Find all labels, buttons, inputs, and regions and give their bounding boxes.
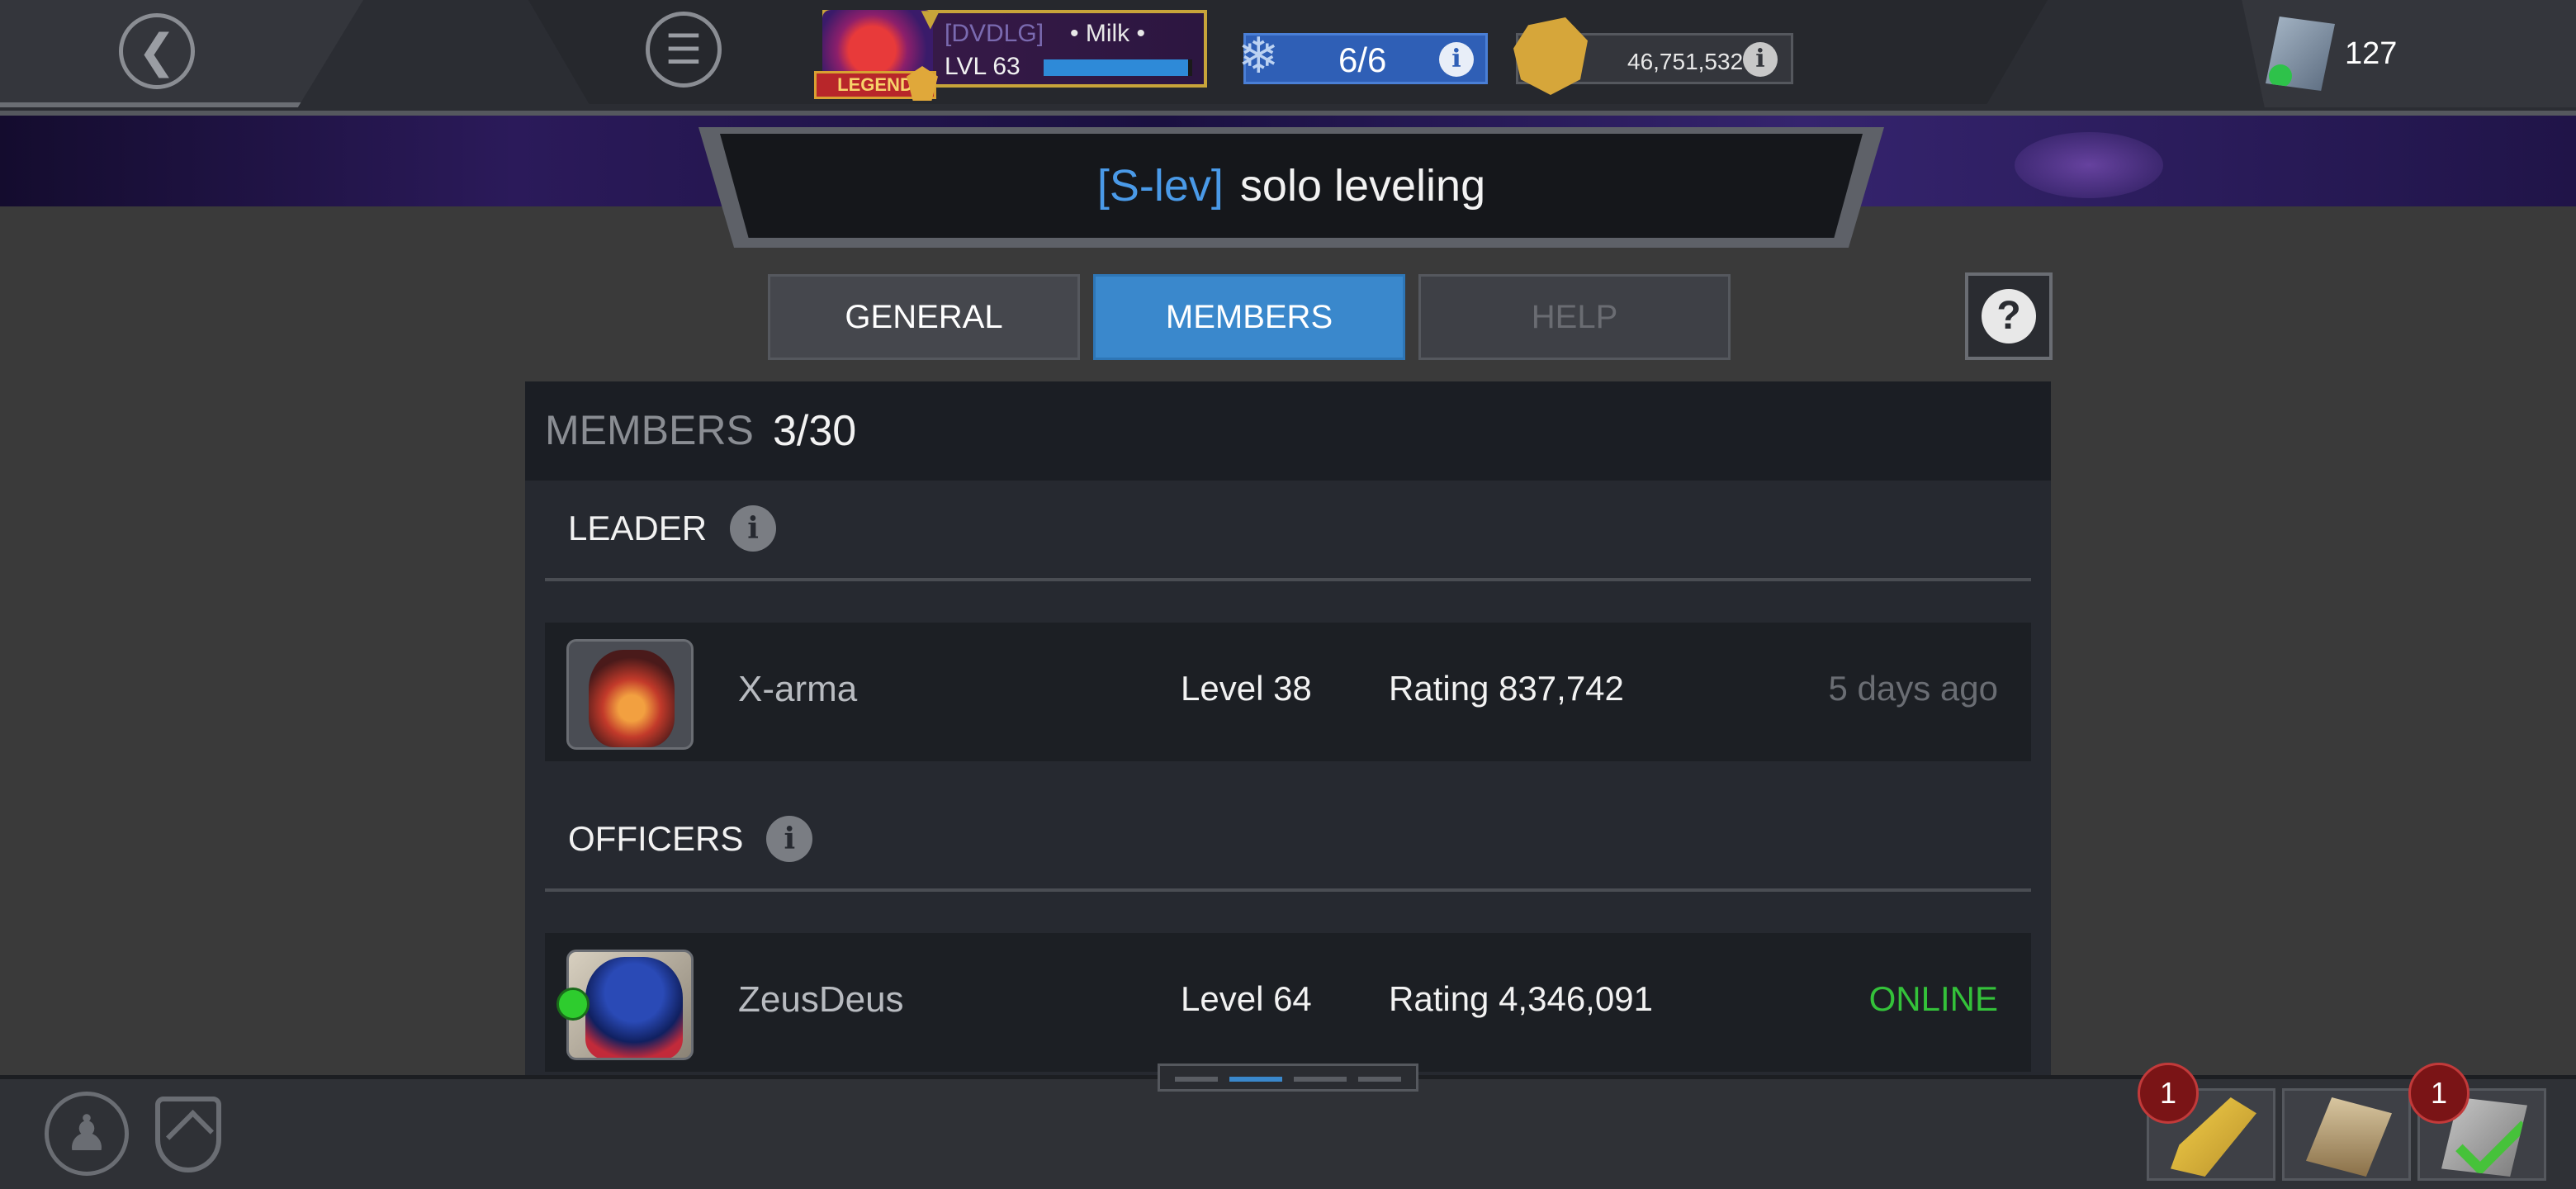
energy-value: 6/6 xyxy=(1338,40,1387,79)
alliance-members-button[interactable]: ♟ xyxy=(45,1092,129,1176)
member-row-officer[interactable]: ZeusDeus Level 64 Rating 4,346,091 ONLIN… xyxy=(545,933,2031,1072)
page-dot xyxy=(1358,1077,1401,1082)
notification-badge: 1 xyxy=(2138,1063,2199,1124)
menu-button[interactable]: ☰ xyxy=(646,12,722,88)
gold-info-icon[interactable]: i xyxy=(1743,42,1778,77)
members-header: MEMBERS 3/30 xyxy=(525,381,2051,481)
member-rating: Rating 837,742 xyxy=(1389,669,1624,708)
objectives-button[interactable] xyxy=(2282,1088,2411,1181)
tab-help[interactable]: HELP xyxy=(1418,274,1731,360)
member-name[interactable]: ZeusDeus xyxy=(738,979,904,1021)
xp-bar-fill xyxy=(1044,59,1188,76)
officers-section-title: OFFICERS i xyxy=(568,816,813,862)
alliance-title: [S-lev] solo leveling xyxy=(720,134,1863,238)
page-dot xyxy=(1294,1077,1347,1082)
member-row-leader[interactable]: X-arma Level 38 Rating 837,742 5 days ag… xyxy=(545,623,2031,761)
members-count: 3/30 xyxy=(773,407,857,455)
menu-lines-icon: ☰ xyxy=(665,26,703,73)
completed-tasks-button[interactable]: 1 xyxy=(2408,1063,2546,1181)
alliance-tag: [S-lev] xyxy=(1096,161,1224,211)
units-icon xyxy=(2266,17,2335,91)
member-last-seen: 5 days ago xyxy=(1828,669,1999,708)
member-level: Level 64 xyxy=(1181,979,1312,1018)
player-name: • Milk • xyxy=(1070,20,1145,47)
avatar xyxy=(566,639,694,750)
units-counter[interactable]: 127 xyxy=(2266,17,2480,91)
energy-info-icon[interactable]: i xyxy=(1439,42,1474,77)
clipboard-icon xyxy=(2306,1097,2392,1177)
chevron-left-icon: ❮ xyxy=(137,25,177,77)
officers-section-label: OFFICERS xyxy=(568,819,744,858)
units-value: 127 xyxy=(2345,36,2398,71)
notification-badge: 1 xyxy=(2408,1063,2469,1124)
gold-counter[interactable]: 46,751,532 i xyxy=(1513,17,1793,95)
member-rating: Rating 4,346,091 xyxy=(1389,979,1653,1018)
alliance-shield-button[interactable] xyxy=(155,1097,221,1172)
quests-button[interactable]: 1 xyxy=(2138,1063,2275,1181)
members-panel[interactable]: MEMBERS 3/30 LEADER i X-arma Level 38 Ra… xyxy=(525,381,2051,1075)
back-button[interactable]: ❮ xyxy=(119,13,195,89)
tab-members[interactable]: MEMBERS xyxy=(1093,274,1405,360)
page-dot xyxy=(1175,1077,1218,1082)
leader-section-label: LEADER xyxy=(568,509,708,547)
player-alliance-tag: [DVDLG] xyxy=(945,20,1044,47)
online-indicator-icon xyxy=(556,988,590,1021)
member-level: Level 38 xyxy=(1181,669,1312,708)
divider xyxy=(545,578,2031,581)
members-label: MEMBERS xyxy=(545,407,754,453)
divider xyxy=(545,888,2031,892)
energy-crystal-icon: ❄ xyxy=(1238,28,1280,83)
page-dot-active xyxy=(1229,1077,1282,1082)
people-icon: ♟ xyxy=(64,1106,109,1161)
member-name[interactable]: X-arma xyxy=(738,669,857,710)
leader-info-icon[interactable]: i xyxy=(730,505,777,552)
tab-general[interactable]: GENERAL xyxy=(768,274,1080,360)
question-icon: ? xyxy=(1982,289,2036,343)
gold-value: 46,751,532 xyxy=(1627,49,1744,74)
member-status: ONLINE xyxy=(1868,979,1998,1018)
player-level: LVL 63 xyxy=(945,53,1020,80)
page-indicator xyxy=(1158,1063,1418,1092)
energy-counter[interactable]: ❄ 6/6 i xyxy=(1238,28,1488,84)
officers-info-icon[interactable]: i xyxy=(766,816,813,862)
xp-bar xyxy=(1044,59,1192,76)
help-button[interactable]: ? xyxy=(1965,272,2053,360)
leader-section-title: LEADER i xyxy=(568,505,777,552)
rank-chevron-icon: ▼ xyxy=(915,2,946,36)
alliance-name: solo leveling xyxy=(1239,161,1486,211)
